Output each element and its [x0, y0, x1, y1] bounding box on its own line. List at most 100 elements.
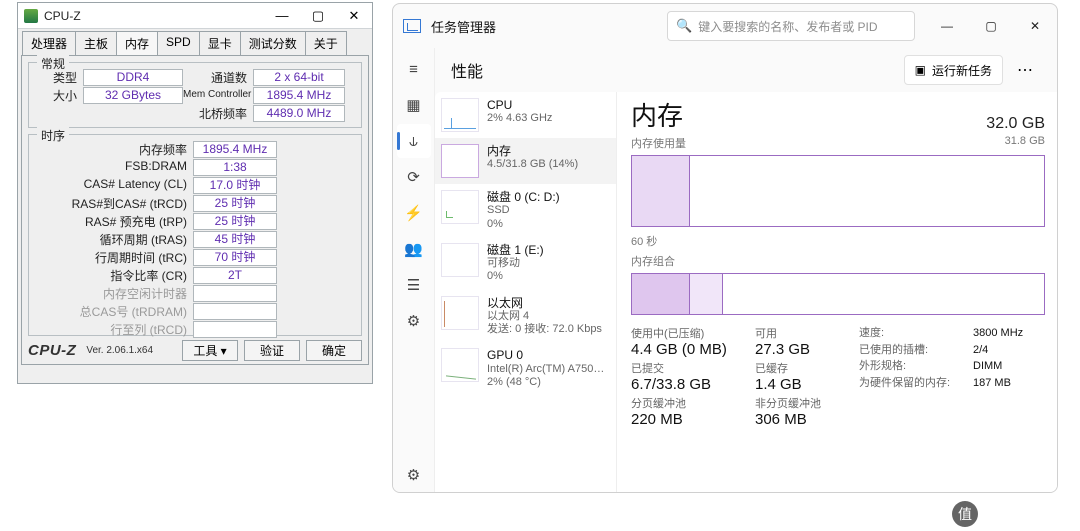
task-manager-icon	[403, 19, 421, 33]
sidebar-menu-toggle[interactable]: ≡	[397, 52, 431, 86]
tm-section-header: 性能 ▣ 运行新任务 ⋯	[435, 48, 1057, 92]
sidebar-services[interactable]: ⚙	[397, 304, 431, 338]
memory-detail-pane: 内存 32.0 GB 内存使用量 31.8 GB 60 秒 内存组合 使用中(已压…	[617, 92, 1057, 492]
perf-item-ethernet[interactable]: 以太网以太网 4发送: 0 接收: 72.0 Kbps	[435, 290, 616, 343]
cas-value: 17.0 时钟	[193, 177, 277, 194]
sidebar-performance[interactable]: ⫝	[397, 124, 431, 158]
tab-about[interactable]: 关于	[305, 31, 347, 55]
memory-composition-chart	[631, 273, 1045, 315]
memctl-label: Mem Controller	[183, 87, 253, 104]
tm-minimize[interactable]: —	[925, 6, 969, 46]
tras-value: 45 时钟	[193, 231, 277, 248]
detail-total: 32.0 GB	[986, 115, 1045, 133]
slots-value: 2/4	[973, 342, 1023, 359]
cr-label: 指令比率 (CR)	[35, 267, 193, 284]
tm-title: 任务管理器	[431, 17, 496, 36]
tab-graphics[interactable]: 显卡	[199, 31, 241, 55]
form-factor-value: DIMM	[973, 358, 1023, 375]
sidebar-processes[interactable]: ▦	[397, 88, 431, 122]
sparkline-icon	[446, 370, 476, 378]
cpuz-titlebar[interactable]: CPU-Z — ▢ ✕	[18, 3, 372, 29]
tab-memory[interactable]: 内存	[116, 31, 158, 55]
cas-label: CAS# Latency (CL)	[35, 177, 193, 194]
tab-spd[interactable]: SPD	[157, 31, 200, 55]
detail-title: 内存	[631, 96, 683, 133]
tm-sidebar: ≡ ▦ ⫝ ⟳ ⚡ 👥 ☰ ⚙ ⚙	[393, 48, 435, 492]
sparkline-icon	[446, 211, 453, 218]
available-value: 27.3 GB	[755, 341, 855, 358]
group-timings-title: 时序	[37, 127, 69, 144]
usage-max: 31.8 GB	[1005, 135, 1045, 151]
version-text: Ver. 2.06.1.x64	[86, 345, 153, 356]
fsb-value: 1:38	[193, 159, 277, 176]
search-input[interactable]: 🔍 键入要搜索的名称、发布者或 PID	[667, 11, 915, 41]
validate-button[interactable]: 验证	[244, 340, 300, 361]
run-new-task-label: 运行新任务	[932, 62, 992, 79]
search-icon: 🔍	[676, 18, 692, 34]
type-value: DDR4	[83, 69, 183, 86]
tm-titlebar[interactable]: 任务管理器 🔍 键入要搜索的名称、发布者或 PID — ▢ ✕	[393, 4, 1057, 48]
dram-freq-value: 1895.4 MHz	[193, 141, 277, 158]
row2col-label: 行至列 (tRCD)	[35, 321, 193, 338]
tab-mainboard[interactable]: 主板	[75, 31, 117, 55]
sidebar-startup[interactable]: ⚡	[397, 196, 431, 230]
size-value: 32 GBytes	[83, 87, 183, 104]
idle-timer-value	[193, 285, 277, 302]
watermark-badge-icon: 值	[952, 501, 978, 527]
tm-maximize[interactable]: ▢	[969, 6, 1013, 46]
tab-cpu[interactable]: 处理器	[22, 31, 76, 55]
sidebar-history[interactable]: ⟳	[397, 160, 431, 194]
more-options-button[interactable]: ⋯	[1009, 55, 1041, 85]
perf-item-disk0[interactable]: 磁盘 0 (C: D:)SSD0%	[435, 184, 616, 237]
trp-value: 25 时钟	[193, 213, 277, 230]
trc-label: 行周期时间 (tRC)	[35, 249, 193, 266]
sidebar-settings[interactable]: ⚙	[397, 458, 431, 492]
tm-close[interactable]: ✕	[1013, 6, 1057, 46]
trp-label: RAS# 预充电 (tRP)	[35, 213, 193, 230]
cpuz-window: CPU-Z — ▢ ✕ 处理器 主板 内存 SPD 显卡 测试分数 关于 常规 …	[17, 2, 373, 384]
ok-button[interactable]: 确定	[306, 340, 362, 361]
group-general: 常规 类型DDR4 通道数2 x 64-bit 大小32 GBytes Mem …	[28, 62, 362, 128]
brand-text: CPU-Z	[28, 342, 76, 359]
perf-list: CPU2% 4.63 GHz 内存4.5/31.8 GB (14%) 磁盘 0 …	[435, 92, 617, 492]
cpuz-tabstrip: 处理器 主板 内存 SPD 显卡 测试分数 关于	[18, 29, 372, 55]
tab-bench[interactable]: 测试分数	[240, 31, 306, 55]
usage-label: 内存使用量	[631, 135, 686, 151]
perf-item-disk1[interactable]: 磁盘 1 (E:)可移动0%	[435, 237, 616, 290]
maximize-button[interactable]: ▢	[300, 4, 336, 28]
perf-item-memory[interactable]: 内存4.5/31.8 GB (14%)	[435, 138, 616, 184]
sidebar-details[interactable]: ☰	[397, 268, 431, 302]
section-title: 性能	[451, 58, 483, 82]
trcd-value: 25 时钟	[193, 195, 277, 212]
close-button[interactable]: ✕	[336, 4, 372, 28]
cpuz-title: CPU-Z	[44, 9, 264, 23]
perf-item-gpu0[interactable]: GPU 0Intel(R) Arc(TM) A750…2% (48 °C)	[435, 342, 616, 395]
task-manager-window: 任务管理器 🔍 键入要搜索的名称、发布者或 PID — ▢ ✕ ≡ ▦ ⫝ ⟳ …	[392, 3, 1058, 493]
search-placeholder: 键入要搜索的名称、发布者或 PID	[698, 18, 877, 35]
channels-label: 通道数	[183, 69, 253, 86]
sparkline-icon	[444, 301, 454, 327]
speed-value: 3800 MHz	[973, 325, 1023, 342]
memctl-value: 1895.4 MHz	[253, 87, 345, 104]
hw-reserved-value: 187 MB	[973, 375, 1023, 392]
tools-button[interactable]: 工具 ▾	[182, 340, 238, 361]
run-new-task-button[interactable]: ▣ 运行新任务	[904, 55, 1003, 85]
channels-value: 2 x 64-bit	[253, 69, 345, 86]
group-general-title: 常规	[37, 55, 69, 72]
cpuz-body: 常规 类型DDR4 通道数2 x 64-bit 大小32 GBytes Mem …	[21, 55, 369, 365]
trcd-label: RAS#到CAS# (tRCD)	[35, 195, 193, 212]
perf-item-cpu[interactable]: CPU2% 4.63 GHz	[435, 92, 616, 138]
composition-label: 内存组合	[631, 253, 1045, 269]
chart-x-label: 60 秒	[631, 233, 1045, 249]
sidebar-users[interactable]: 👥	[397, 232, 431, 266]
nonpaged-pool-value: 306 MB	[755, 411, 855, 428]
row2col-value	[193, 321, 277, 338]
idle-timer-label: 内存空闲计时器	[35, 285, 193, 302]
committed-value: 6.7/33.8 GB	[631, 376, 751, 393]
fsb-label: FSB:DRAM	[35, 159, 193, 176]
inuse-value: 4.4 GB (0 MB)	[631, 341, 751, 358]
run-new-task-icon: ▣	[915, 63, 926, 77]
nb-value: 4489.0 MHz	[253, 105, 345, 122]
memory-stats: 使用中(已压缩)4.4 GB (0 MB) 可用27.3 GB 速度: 已使用的…	[631, 325, 1053, 428]
minimize-button[interactable]: —	[264, 4, 300, 28]
